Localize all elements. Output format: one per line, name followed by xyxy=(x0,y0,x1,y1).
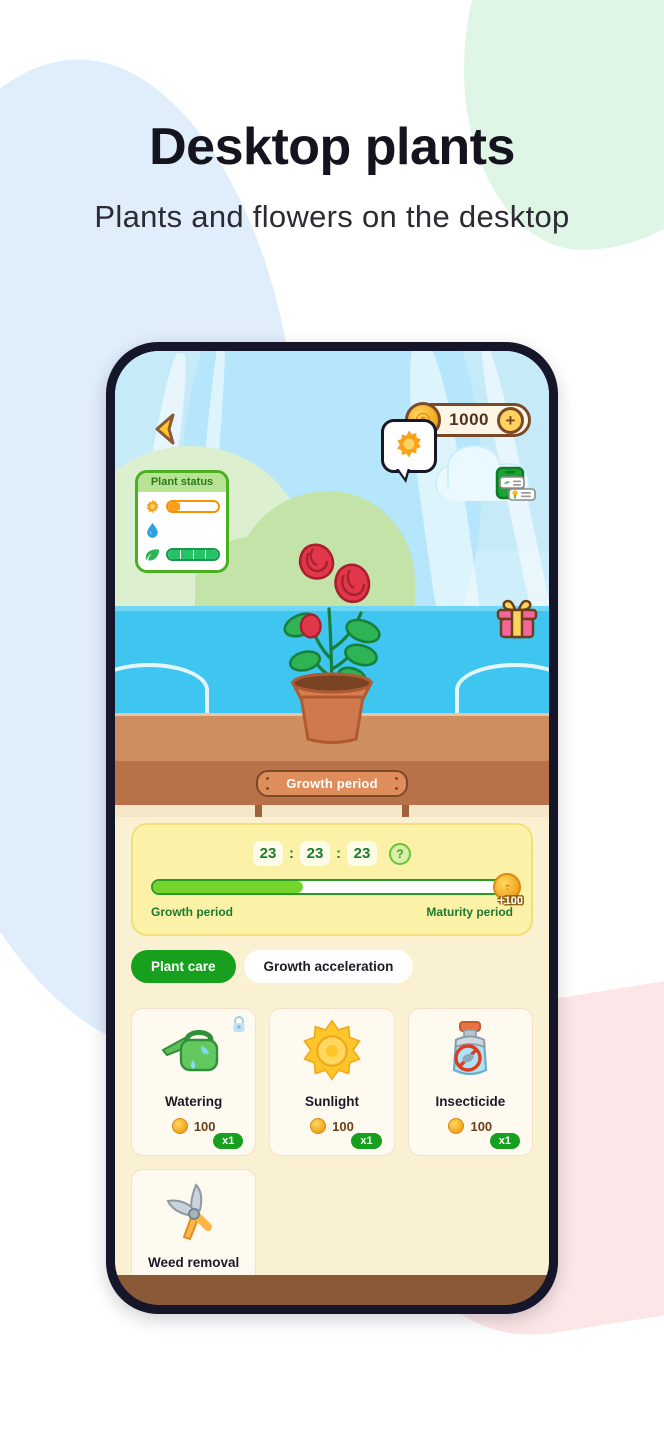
insecticide-icon xyxy=(409,1009,532,1093)
page-subtitle: Plants and flowers on the desktop xyxy=(94,199,570,234)
wave-decoration xyxy=(455,663,549,717)
help-icon[interactable]: ? xyxy=(389,842,411,865)
back-chevron-icon[interactable] xyxy=(149,411,179,447)
item-price-value: 100 xyxy=(470,1118,493,1134)
item-card-watering[interactable]: x1 Watering 100 xyxy=(131,1008,257,1156)
coin-icon xyxy=(171,1118,188,1134)
growth-period-label: Growth period xyxy=(151,905,233,919)
timer-separator: : xyxy=(289,845,294,862)
shop-tabs: Plant care Growth acceleration xyxy=(131,950,414,983)
growth-banner-label: Growth period xyxy=(286,775,378,791)
item-name: Weed removal xyxy=(148,1255,240,1270)
plant-status-rows xyxy=(138,492,226,570)
phone-screen: 1000 + Plant status Growth period 23: 2… xyxy=(115,351,549,1305)
phone-mockup: 1000 + Plant status Growth period 23: 2… xyxy=(106,342,558,1314)
timer-seconds: 23 xyxy=(347,841,377,866)
header: Desktop plants Plants and flowers on the… xyxy=(0,0,664,235)
shelf-planks xyxy=(115,805,549,817)
item-price-value: 100 xyxy=(193,1118,216,1134)
item-quantity: x1 xyxy=(213,1133,244,1149)
plant-encyclopedia-icon[interactable] xyxy=(493,465,539,511)
item-name: Insecticide xyxy=(435,1094,506,1109)
timer-separator: : xyxy=(336,845,341,862)
tab-growth-acceleration[interactable]: Growth acceleration xyxy=(243,950,414,983)
plant-status-card: Plant status xyxy=(135,470,229,573)
plant-status-title: Plant status xyxy=(138,473,226,492)
sun-icon xyxy=(270,1009,393,1093)
growth-progress-wrapper: +100 xyxy=(151,873,523,907)
item-name: Watering xyxy=(165,1094,223,1109)
status-row-nutrition xyxy=(145,547,220,562)
maturity-period-label: Maturity period xyxy=(426,905,513,919)
timer-minutes: 23 xyxy=(300,841,330,866)
item-price: 100 xyxy=(448,1118,492,1134)
status-row-water xyxy=(145,523,220,538)
timer-hours: 23 xyxy=(253,841,283,866)
tab-plant-care[interactable]: Plant care xyxy=(131,950,236,983)
item-card-weed-removal[interactable]: x1 Weed removal 100 xyxy=(131,1169,257,1275)
item-price: 100 xyxy=(171,1118,216,1134)
item-price: 100 xyxy=(310,1118,354,1134)
coin-amount: 1000 xyxy=(449,410,489,429)
coin-icon xyxy=(310,1118,327,1134)
app-store-screenshot: Desktop plants Plants and flowers on the… xyxy=(0,0,664,1440)
page-title: Desktop plants xyxy=(149,118,515,176)
shears-icon xyxy=(132,1170,255,1254)
item-name: Sunlight xyxy=(304,1094,359,1109)
progress-labels: Growth period Maturity period xyxy=(151,905,513,919)
sun-icon xyxy=(145,499,160,514)
sunlight-hint-bubble[interactable] xyxy=(381,419,437,483)
item-quantity: x1 xyxy=(489,1133,520,1149)
gift-box-icon[interactable] xyxy=(495,597,539,639)
status-row-sunlight xyxy=(145,499,220,514)
item-quantity: x1 xyxy=(351,1133,382,1149)
sun-icon xyxy=(394,429,424,464)
sunlight-gauge xyxy=(166,500,220,513)
item-card-insecticide[interactable]: x1 Insecticide 100 xyxy=(407,1008,533,1156)
countdown-timer: 23 : 23 : 23 ? xyxy=(133,825,531,866)
leaf-icon xyxy=(145,547,160,562)
water-drop-icon xyxy=(145,523,160,538)
watering-can-icon xyxy=(132,1009,255,1093)
shop-panel: 23 : 23 : 23 ? +100 Growth period Maturi… xyxy=(115,805,549,1275)
game-scene: 1000 + Plant status xyxy=(115,351,549,761)
reward-label: +100 xyxy=(498,895,523,907)
item-grid: x1 Watering 100 x1 Sunlight 100 x1 Insec… xyxy=(131,1008,533,1275)
coin-icon xyxy=(448,1118,465,1134)
growth-period-banner: Growth period xyxy=(256,769,408,797)
item-card-sunlight[interactable]: x1 Sunlight 100 xyxy=(269,1008,395,1156)
add-coins-button[interactable]: + xyxy=(497,406,524,434)
growth-timer-card: 23 : 23 : 23 ? +100 Growth period Maturi… xyxy=(131,823,533,936)
rose-plant-in-pot[interactable] xyxy=(257,509,407,747)
growth-progress-bar xyxy=(151,879,513,895)
growth-banner-bar: Growth period xyxy=(115,761,549,805)
item-price-value: 100 xyxy=(332,1118,354,1134)
nutrition-gauge xyxy=(166,548,220,561)
